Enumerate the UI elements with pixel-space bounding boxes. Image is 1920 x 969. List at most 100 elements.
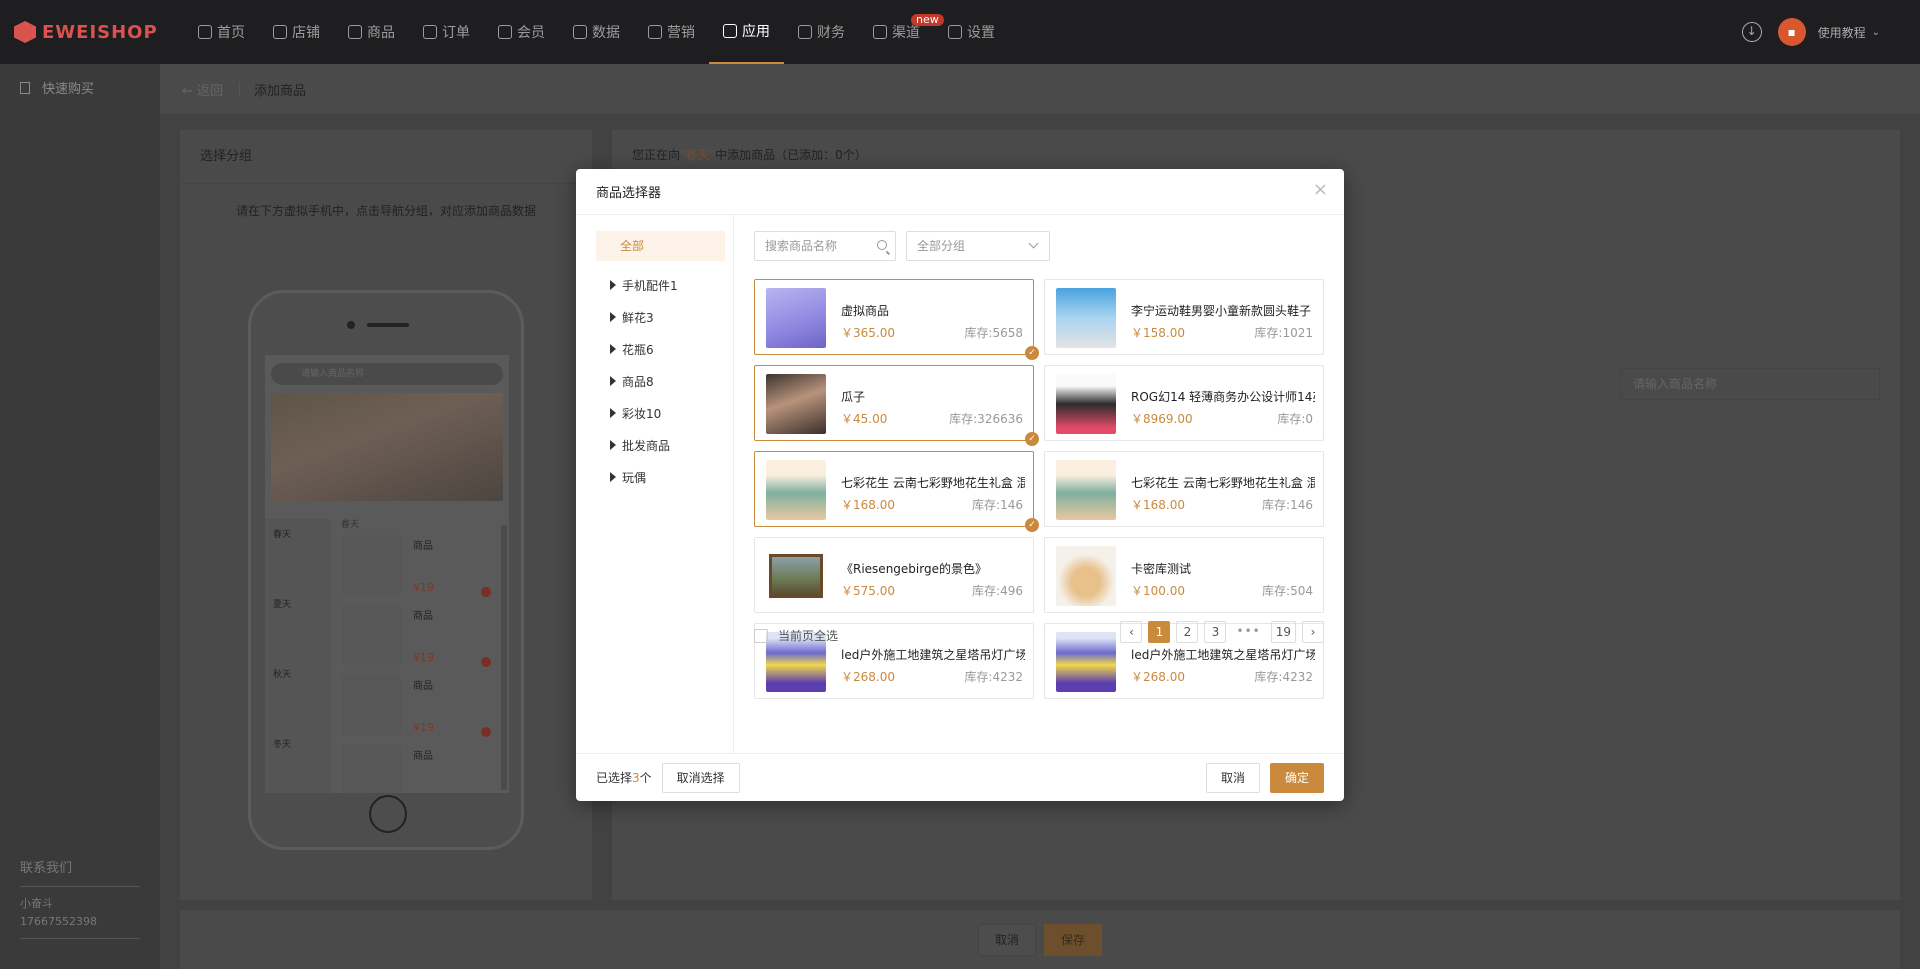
tree-item[interactable]: 玩偶 bbox=[576, 461, 733, 493]
phone-category[interactable]: 夏天 bbox=[265, 589, 331, 659]
add-cart-icon[interactable] bbox=[481, 587, 491, 597]
back-link[interactable]: ← 返回 bbox=[182, 80, 223, 99]
phone-product-image bbox=[341, 605, 401, 665]
product-price: ￥268.00 bbox=[841, 670, 895, 684]
goods-search-input[interactable]: 请输入商品名称 bbox=[1620, 368, 1880, 400]
phone-speaker bbox=[367, 323, 409, 327]
phone-product-name: 商品 bbox=[413, 751, 433, 762]
nav-label: 店铺 bbox=[292, 25, 320, 41]
chevron-down-icon[interactable]: ⌄ bbox=[1872, 27, 1880, 38]
phone-product-image bbox=[341, 745, 401, 793]
product-card[interactable]: 瓜子 ￥45.00 库存:326636 ✓ bbox=[754, 365, 1039, 446]
nav-apps[interactable]: 应用 bbox=[709, 0, 784, 64]
next-page-button[interactable]: › bbox=[1302, 621, 1324, 643]
nav-label: 财务 bbox=[817, 25, 845, 41]
tree-item[interactable]: 手机配件1 bbox=[576, 269, 733, 301]
caret-right-icon[interactable] bbox=[610, 408, 616, 418]
home-icon bbox=[198, 25, 212, 39]
tree-item[interactable]: 商品8 bbox=[576, 365, 733, 397]
page-button[interactable]: 2 bbox=[1176, 621, 1199, 643]
download-icon[interactable]: ↓ bbox=[1741, 22, 1762, 42]
cancel-button[interactable]: 取消 bbox=[978, 923, 1036, 956]
nav-store[interactable]: 店铺 bbox=[259, 0, 334, 64]
caret-right-icon[interactable] bbox=[610, 280, 616, 290]
phone-search-input[interactable]: 请输入商品名称 bbox=[271, 363, 503, 385]
nav-label: 数据 bbox=[592, 25, 620, 41]
product-card[interactable]: ROG幻14 轻薄商务办公设计师14英寸 ￥8969.00 库存:0 bbox=[1044, 365, 1324, 441]
divider bbox=[20, 931, 140, 939]
add-cart-icon[interactable] bbox=[481, 727, 491, 737]
product-card[interactable]: 七彩花生 云南七彩野地花生礼盒 混装 ￥168.00 库存:146 bbox=[1044, 451, 1324, 527]
nav-finance[interactable]: 财务 bbox=[784, 0, 859, 64]
phone-product[interactable]: 商品 bbox=[341, 745, 491, 793]
confirm-button[interactable]: 确定 bbox=[1269, 762, 1324, 793]
phone-category[interactable]: 春天 bbox=[265, 519, 331, 589]
prev-page-button[interactable]: ‹ bbox=[1120, 621, 1143, 643]
phone-product[interactable]: 商品 ¥19 bbox=[341, 605, 491, 669]
cancel-button[interactable]: 取消 bbox=[1205, 762, 1260, 793]
document-icon bbox=[20, 81, 30, 94]
phone-product[interactable]: 商品 ¥19 bbox=[341, 535, 491, 599]
check-icon: ✓ bbox=[1025, 346, 1039, 360]
logo[interactable]: EWEISHOP bbox=[14, 21, 184, 43]
checkbox[interactable] bbox=[754, 628, 768, 643]
caret-right-icon[interactable] bbox=[610, 312, 616, 322]
caret-right-icon[interactable] bbox=[610, 344, 616, 354]
caret-right-icon[interactable] bbox=[610, 472, 616, 482]
apps-icon bbox=[723, 24, 737, 38]
page-ellipsis[interactable]: ••• bbox=[1232, 621, 1264, 643]
product-card[interactable]: 七彩花生 云南七彩野地花生礼盒 混装 ￥168.00 库存:146 ✓ bbox=[754, 451, 1039, 532]
caret-right-icon[interactable] bbox=[610, 376, 616, 386]
divider bbox=[239, 82, 241, 96]
product-price: ￥575.00 bbox=[841, 584, 895, 598]
tree-item[interactable]: 花瓶6 bbox=[576, 333, 733, 365]
page-button[interactable]: 19 bbox=[1270, 621, 1296, 643]
phone-category[interactable]: 冬天 bbox=[265, 729, 331, 793]
product-card[interactable]: 《Riesengebirge的景色》 ￥575.00 库存:496 bbox=[754, 537, 1034, 613]
close-icon[interactable]: × bbox=[1313, 181, 1328, 199]
nav-home[interactable]: 首页 bbox=[184, 0, 259, 64]
product-name: 瓜子 bbox=[841, 390, 866, 404]
product-name: 卡密库测试 bbox=[1131, 562, 1192, 576]
tip-suffix: 中添加商品（已添加：0个） bbox=[715, 148, 867, 162]
tree-item-all[interactable]: 全部 bbox=[596, 231, 725, 261]
phone-scrollbar[interactable] bbox=[501, 525, 507, 790]
save-button[interactable]: 保存 bbox=[1044, 923, 1102, 956]
select-page-checkbox[interactable]: 当前页全选 bbox=[754, 627, 838, 644]
add-cart-icon[interactable] bbox=[481, 657, 491, 667]
product-image bbox=[1056, 374, 1116, 434]
product-card[interactable]: 李宁运动鞋男婴小童新款圆头鞋子 ￥158.00 库存:1021 bbox=[1044, 279, 1324, 355]
user-menu[interactable]: 使用教程 bbox=[1818, 24, 1866, 41]
tree-item-label: 彩妆10 bbox=[622, 406, 662, 421]
nav-marketing[interactable]: 营销 bbox=[634, 0, 709, 64]
nav-settings[interactable]: 设置 bbox=[934, 0, 1009, 64]
selected-number: 3 bbox=[632, 771, 640, 785]
nav-members[interactable]: 会员 bbox=[484, 0, 559, 64]
page-button[interactable]: 3 bbox=[1204, 621, 1227, 643]
nav-orders[interactable]: 订单 bbox=[409, 0, 484, 64]
product-image bbox=[1056, 288, 1116, 348]
clear-selection-button[interactable]: 取消选择 bbox=[661, 762, 740, 793]
contact-name: 小奋斗 bbox=[20, 897, 53, 910]
avatar[interactable]: ▪ bbox=[1777, 18, 1806, 46]
nav-goods[interactable]: 商品 bbox=[334, 0, 409, 64]
contact-phone: 17667552398 bbox=[20, 915, 97, 928]
tree-item[interactable]: 批发商品 bbox=[576, 429, 733, 461]
phone-banner-image bbox=[271, 393, 503, 501]
product-card[interactable]: 卡密库测试 ￥100.00 库存:504 bbox=[1044, 537, 1324, 613]
product-price: ￥100.00 bbox=[1131, 584, 1185, 598]
page-button[interactable]: 1 bbox=[1148, 621, 1171, 643]
search-icon[interactable] bbox=[877, 240, 887, 250]
phone-product[interactable]: 商品 ¥19 bbox=[341, 675, 491, 739]
nav-channels[interactable]: 渠道 new bbox=[859, 0, 944, 64]
group-select[interactable]: 全部分组 bbox=[906, 231, 1050, 261]
caret-right-icon[interactable] bbox=[610, 440, 616, 450]
tree-item[interactable]: 鲜花3 bbox=[576, 301, 733, 333]
product-search-input[interactable]: 搜索商品名称 bbox=[754, 231, 896, 261]
tree-item[interactable]: 彩妆10 bbox=[576, 397, 733, 429]
nav-label: 会员 bbox=[517, 25, 545, 41]
sidebar-item-quick-buy[interactable]: 快速购买 bbox=[0, 64, 160, 97]
product-card[interactable]: 虚拟商品 ￥365.00 库存:5658 ✓ bbox=[754, 279, 1039, 360]
nav-data[interactable]: 数据 bbox=[559, 0, 634, 64]
phone-category[interactable]: 秋天 bbox=[265, 659, 331, 729]
